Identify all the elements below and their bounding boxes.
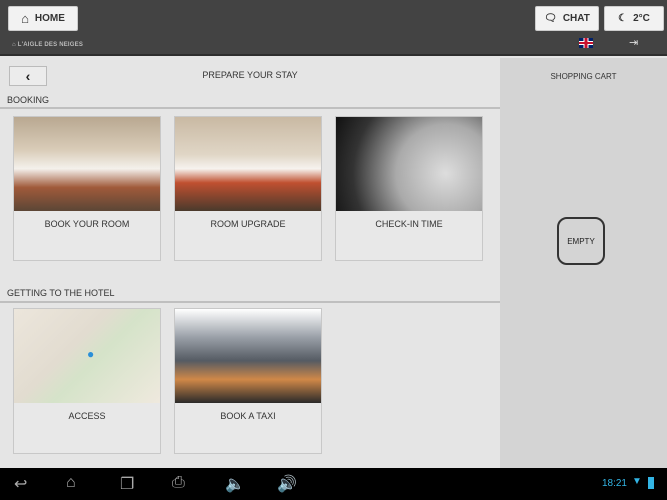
room-image — [175, 117, 321, 211]
recent-apps-icon[interactable]: ❐ — [120, 474, 134, 494]
battery-icon — [648, 477, 654, 489]
home-icon: ⌂ — [21, 11, 29, 26]
book-taxi-card[interactable]: BOOK A TAXI — [174, 308, 322, 454]
map-image: ● — [14, 309, 160, 403]
wifi-icon: ▼ — [632, 476, 642, 487]
breadcrumb[interactable]: ⌂ L'AIGLE DES NEIGES — [12, 42, 83, 48]
volume-down-icon[interactable]: 🔈 — [225, 474, 245, 494]
home-button[interactable]: ⌂ HOME — [8, 6, 78, 31]
map-pin-icon: ● — [87, 347, 95, 361]
section-title: GETTING TO THE HOTEL — [7, 288, 115, 298]
divider — [0, 107, 500, 109]
back-icon[interactable]: ↩ — [14, 474, 27, 494]
clock-image — [336, 117, 482, 211]
login-icon[interactable]: ⇥ — [629, 36, 638, 49]
divider — [0, 301, 500, 303]
check-in-time-card[interactable]: CHECK-IN TIME — [335, 116, 483, 261]
back-button[interactable]: ‹ — [9, 66, 47, 86]
chat-button[interactable]: 🗨 CHAT — [535, 6, 599, 31]
chevron-left-icon: ‹ — [25, 68, 31, 84]
moon-icon: ☾ — [618, 13, 628, 24]
room-upgrade-card[interactable]: ROOM UPGRADE — [174, 116, 322, 261]
room-image — [14, 117, 160, 211]
car-image — [175, 309, 321, 403]
empty-cart-button[interactable]: EMPTY — [557, 217, 605, 265]
chat-icon: 🗨 — [544, 13, 557, 24]
section-title: BOOKING — [7, 95, 50, 105]
system-nav-bar: ↩ ⌂ ❐ ⎙ 🔈 🔊 ▼ — [0, 468, 667, 500]
book-room-card[interactable]: BOOK YOUR ROOM — [13, 116, 161, 261]
cart-title: SHOPPING CART — [550, 72, 617, 81]
volume-up-icon[interactable]: 🔊 — [277, 474, 297, 494]
page-title: PREPARE YOUR STAY — [202, 70, 298, 80]
clock: 18:21 — [601, 478, 627, 489]
uk-flag-icon[interactable] — [579, 38, 593, 48]
weather-button[interactable]: ☾ 2°C — [604, 6, 664, 31]
access-card[interactable]: ● ACCESS — [13, 308, 161, 454]
home-icon[interactable]: ⌂ — [66, 474, 76, 492]
screenshot-icon[interactable]: ⎙ — [172, 474, 185, 492]
